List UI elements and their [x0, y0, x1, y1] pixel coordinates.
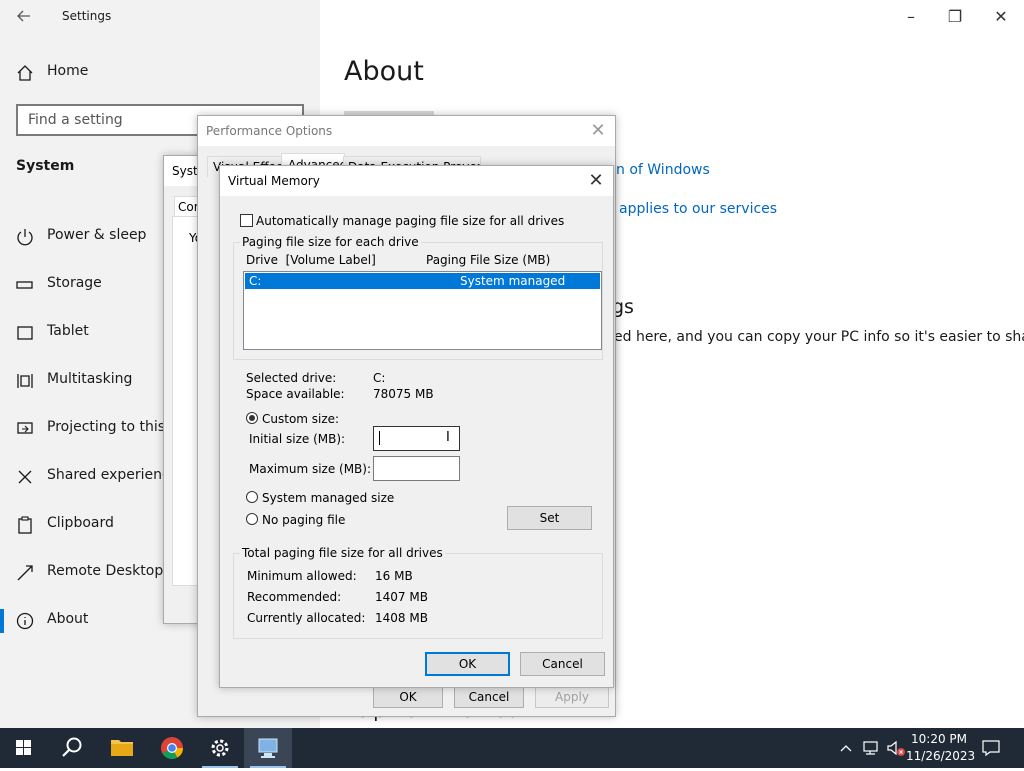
sidebar-item-home[interactable]: Home — [0, 51, 320, 95]
clock-date[interactable]: 11/26/2023 — [906, 749, 975, 763]
computer-icon — [258, 738, 278, 758]
search-icon — [62, 737, 82, 757]
settings-title: Settings — [62, 9, 112, 23]
initial-size-input[interactable]: I — [373, 426, 460, 451]
services-link[interactable]: applies to our services — [619, 201, 777, 217]
virtual-memory-titlebar: Virtual Memory ✕ — [220, 166, 613, 196]
system-managed-label: System managed size — [262, 491, 395, 505]
currently-allocated-value: 1408 MB — [375, 611, 428, 625]
dialog-title: Performance Options — [206, 124, 333, 138]
maximum-size-input[interactable] — [373, 456, 460, 481]
custom-size-radio[interactable] — [246, 412, 258, 424]
system-properties-taskbar-button[interactable] — [244, 728, 292, 768]
sidebar-item-label: Storage — [47, 275, 102, 291]
power-icon — [16, 228, 34, 246]
perf-apply-button[interactable]: Apply — [535, 686, 609, 708]
remote-desktop-icon — [16, 564, 34, 582]
set-button[interactable]: Set — [507, 506, 592, 530]
group-label: Paging file size for each drive — [240, 235, 421, 249]
volume-muted-icon[interactable] — [886, 738, 906, 758]
network-icon[interactable] — [862, 738, 880, 758]
drive-list[interactable]: C: System managed — [243, 271, 602, 350]
info-icon — [16, 612, 34, 630]
chrome-icon — [161, 737, 183, 759]
custom-size-label: Custom size: — [262, 412, 340, 426]
back-arrow-icon[interactable] — [14, 6, 34, 26]
sidebar-item-label: Clipboard — [47, 515, 114, 531]
storage-icon — [16, 276, 34, 294]
maximum-size-label: Maximum size (MB): — [249, 462, 372, 476]
tablet-icon — [16, 324, 34, 342]
minimize-button[interactable]: – — [900, 6, 922, 28]
sidebar-item-label: Multitasking — [47, 371, 133, 387]
sidebar-item-label: Projecting to this P — [47, 419, 178, 435]
cancel-button[interactable]: Cancel — [520, 652, 605, 676]
sidebar-item-label: Tablet — [47, 323, 89, 339]
close-button[interactable]: ✕ — [990, 6, 1012, 28]
windows-spec-link[interactable]: n of Windows — [616, 162, 710, 178]
auto-manage-checkbox[interactable] — [240, 214, 253, 227]
column-header-drive: Drive [Volume Label] — [246, 253, 376, 267]
section-description: ed here, and you can copy your PC info s… — [614, 329, 1024, 345]
no-paging-label: No paging file — [262, 513, 346, 527]
sidebar-item-label: Remote Desktop — [47, 563, 164, 579]
min-allowed-value: 16 MB — [375, 569, 413, 583]
multitasking-icon — [16, 372, 34, 390]
perf-cancel-button[interactable]: Cancel — [454, 686, 524, 708]
clock-time[interactable]: 10:20 PM — [910, 732, 968, 746]
file-explorer-button[interactable] — [98, 728, 146, 768]
text-caret — [379, 431, 380, 445]
search-placeholder: Find a setting — [28, 112, 123, 128]
chrome-button[interactable] — [148, 728, 196, 768]
drive-size: System managed — [460, 274, 566, 288]
space-available-label: Space available: — [246, 387, 345, 401]
restore-button[interactable]: ❐ — [944, 6, 966, 28]
currently-allocated-label: Currently allocated: — [247, 611, 366, 625]
notifications-icon[interactable] — [980, 738, 1002, 758]
close-icon[interactable]: ✕ — [587, 120, 609, 142]
close-icon[interactable]: ✕ — [585, 170, 607, 192]
space-available-value: 78075 MB — [373, 387, 434, 401]
column-header-size: Paging File Size (MB) — [426, 253, 551, 267]
recommended-label: Recommended: — [247, 590, 342, 604]
settings-taskbar-button[interactable] — [196, 728, 244, 768]
section-heading: System — [16, 158, 75, 174]
tray-chevron-icon[interactable] — [838, 738, 854, 758]
sidebar-item-label: Home — [47, 63, 89, 79]
no-paging-radio[interactable] — [246, 513, 258, 525]
initial-size-label: Initial size (MB): — [249, 432, 346, 446]
windows-logo-icon — [16, 740, 31, 755]
ok-button[interactable]: OK — [425, 652, 510, 676]
recommended-value: 1407 MB — [375, 590, 428, 604]
dialog-title: Virtual Memory — [228, 174, 320, 188]
selected-drive-value: C: — [373, 371, 386, 385]
perf-ok-button[interactable]: OK — [373, 686, 443, 708]
virtual-memory-dialog: Virtual Memory ✕ Automatically manage pa… — [219, 165, 614, 688]
active-indicator — [0, 609, 4, 633]
folder-icon — [111, 740, 133, 756]
gear-icon — [211, 739, 229, 757]
home-icon — [16, 64, 34, 82]
drive-letter: C: — [249, 274, 262, 288]
page-title: About — [344, 56, 424, 87]
group-label: Total paging file size for all drives — [240, 546, 445, 560]
sidebar-item-label: Power & sleep — [47, 227, 147, 243]
selected-drive-label: Selected drive: — [246, 371, 337, 385]
performance-options-titlebar: Performance Options ✕ — [198, 116, 615, 146]
start-button[interactable] — [0, 728, 48, 768]
taskbar: 10:20 PM 11/26/2023 — [0, 728, 1024, 768]
list-item[interactable]: C: System managed — [245, 273, 600, 289]
system-managed-radio[interactable] — [246, 491, 258, 503]
sidebar-item-label: About — [47, 611, 89, 627]
clipboard-icon — [16, 516, 34, 534]
auto-manage-label: Automatically manage paging file size fo… — [256, 214, 565, 228]
shared-experiences-icon — [16, 468, 34, 486]
min-allowed-label: Minimum allowed: — [247, 569, 357, 583]
projecting-icon — [16, 420, 34, 438]
search-button[interactable] — [48, 728, 96, 768]
i-beam-cursor-icon: I — [446, 430, 450, 445]
